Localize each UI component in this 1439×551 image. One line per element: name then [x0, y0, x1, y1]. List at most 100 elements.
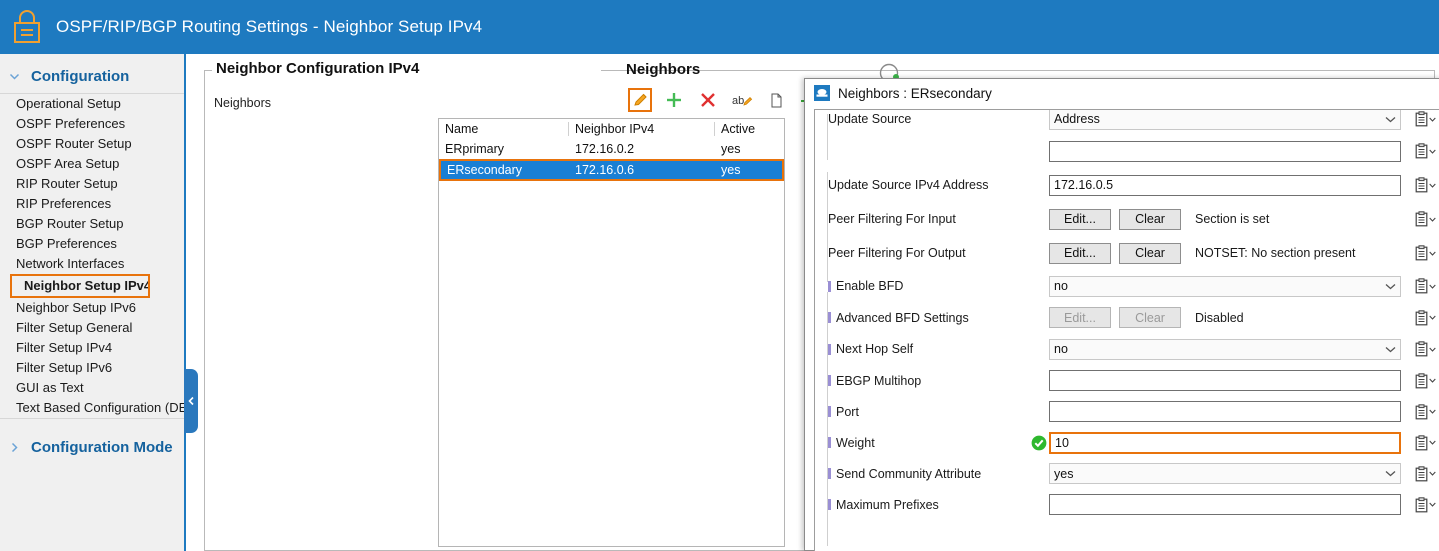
field-clipboard-menu[interactable]: [1415, 141, 1437, 161]
maximum-prefixes-input[interactable]: [1049, 494, 1401, 515]
sidebar-item-ospf-preferences[interactable]: OSPF Preferences: [0, 114, 184, 134]
sidebar-item-label: OSPF Preferences: [16, 116, 126, 131]
sidebar-item-filter-setup-ipv6[interactable]: Filter Setup IPv6: [0, 358, 184, 378]
sidebar-item-label: Filter Setup IPv6: [16, 360, 113, 375]
pencil-icon: [633, 93, 647, 106]
sidebar-item-ospf-area-setup[interactable]: OSPF Area Setup: [0, 154, 184, 174]
peer-filtering-input-clear-button[interactable]: Clear: [1119, 208, 1181, 230]
next-hop-self-select[interactable]: no: [1049, 338, 1401, 360]
enable-bfd-select[interactable]: no: [1049, 275, 1401, 297]
cross-icon: [701, 93, 715, 107]
sidebar-item-ospf-router-setup[interactable]: OSPF Router Setup: [0, 134, 184, 154]
field-label: Enable BFD: [828, 279, 1043, 293]
add-button[interactable]: [662, 88, 686, 112]
field-label: Port: [828, 405, 1043, 419]
sidebar-item-filter-setup-general[interactable]: Filter Setup General: [0, 318, 184, 338]
chevron-down-icon: [1429, 409, 1436, 414]
port-wrap: [1049, 401, 1401, 422]
field-clipboard-menu[interactable]: [1415, 495, 1437, 515]
sidebar-item-network-interfaces[interactable]: Network Interfaces: [0, 254, 184, 274]
chevron-down-icon: [1385, 283, 1396, 289]
table-row[interactable]: ERsecondary 172.16.0.6 yes: [439, 159, 784, 181]
field-clipboard-menu[interactable]: [1415, 276, 1437, 296]
sidebar-collapse-handle[interactable]: [184, 369, 198, 433]
chevron-down-icon: [1429, 347, 1436, 352]
weight-input[interactable]: [1049, 431, 1401, 454]
table-row[interactable]: ERprimary 172.16.0.2 yes: [439, 139, 784, 159]
field-clipboard-menu[interactable]: [1415, 339, 1437, 359]
field-clipboard-menu[interactable]: [1415, 175, 1437, 195]
dialog-title: Neighbors : ERsecondary: [838, 85, 992, 101]
advanced-bfd-edit-button[interactable]: Edit...: [1049, 307, 1111, 328]
sidebar-item-neighbor-setup-ipv4[interactable]: Neighbor Setup IPv4: [10, 274, 150, 298]
plus-icon: [667, 93, 681, 107]
maximum-prefixes-wrap: [1049, 494, 1401, 515]
weight-wrap: [1049, 431, 1401, 454]
edit-button[interactable]: [628, 88, 652, 112]
sidebar-item-filter-setup-ipv4[interactable]: Filter Setup IPv4: [0, 338, 184, 358]
update-source-extra-input[interactable]: [1049, 140, 1401, 162]
sidebar-item-rip-preferences[interactable]: RIP Preferences: [0, 194, 184, 214]
cell-name: ERsecondary: [447, 163, 523, 177]
window-icon: [814, 85, 830, 101]
delete-button[interactable]: [696, 88, 720, 112]
sidebar-item-label: Neighbor Setup IPv6: [16, 300, 136, 315]
sidebar-item-label: Filter Setup General: [16, 320, 133, 335]
field-clipboard-menu[interactable]: [1415, 371, 1437, 391]
sidebar-section-configuration[interactable]: Configuration: [0, 54, 184, 93]
neighbors-label: Neighbors: [214, 96, 271, 110]
ebgp-multihop-input[interactable]: [1049, 370, 1401, 391]
field-label-text: Enable BFD: [836, 279, 904, 293]
window-titlebar: OSPF/RIP/BGP Routing Settings - Neighbor…: [0, 0, 1439, 54]
ebgp-multihop-wrap: [1049, 370, 1401, 391]
green-check-icon: [1031, 435, 1047, 450]
chevron-down-icon: [1429, 502, 1436, 507]
clipboard-icon: [1415, 465, 1428, 481]
sidebar: Configuration Operational Setup OSPF Pre…: [0, 54, 186, 551]
sidebar-item-operational-setup[interactable]: Operational Setup: [0, 94, 184, 114]
chevron-down-icon: [1429, 440, 1436, 445]
field-clipboard-menu[interactable]: [1415, 308, 1437, 328]
update-source-ipv4-wrap: [1049, 174, 1401, 196]
update-source-extra-input-wrap: [1049, 140, 1401, 162]
sidebar-item-label: RIP Preferences: [16, 196, 112, 211]
field-clipboard-menu[interactable]: [1415, 110, 1437, 129]
send-community-attribute-select[interactable]: yes: [1049, 463, 1401, 484]
update-source-ipv4-input[interactable]: [1049, 174, 1401, 196]
field-label-text: Next Hop Self: [836, 342, 914, 356]
clipboard-icon: [1415, 278, 1428, 294]
sidebar-item-bgp-router-setup[interactable]: BGP Router Setup: [0, 214, 184, 234]
field-clipboard-menu[interactable]: [1415, 464, 1437, 484]
field-row-port: Port: [815, 396, 1439, 427]
fieldset-border-left: [204, 70, 212, 71]
field-marker-icon: [828, 406, 831, 417]
table-header-row: Name Neighbor IPv4 Active: [439, 119, 784, 139]
field-marker-icon: [828, 468, 831, 479]
sidebar-item-neighbor-setup-ipv6[interactable]: Neighbor Setup IPv6: [0, 298, 184, 318]
advanced-bfd-controls: Edit... Clear Disabled: [1049, 307, 1244, 328]
sidebar-item-text-based-configuration[interactable]: Text Based Configuration (DEP: [0, 398, 184, 418]
clipboard-icon: [1415, 143, 1428, 159]
copy-button[interactable]: [764, 88, 788, 112]
field-marker-icon: [828, 280, 831, 292]
field-clipboard-menu[interactable]: [1415, 243, 1437, 263]
peer-filtering-output-edit-button[interactable]: Edit...: [1049, 242, 1111, 264]
rename-button[interactable]: ab: [730, 88, 754, 112]
field-row-update-source: Update Source Address: [815, 110, 1439, 134]
field-label: Maximum Prefixes: [828, 498, 1043, 512]
update-source-select[interactable]: Address: [1049, 110, 1401, 130]
peer-filtering-output-clear-button[interactable]: Clear: [1119, 242, 1181, 264]
neighbors-table[interactable]: Name Neighbor IPv4 Active ERprimary 172.…: [438, 118, 785, 547]
peer-filtering-input-edit-button[interactable]: Edit...: [1049, 208, 1111, 230]
field-clipboard-menu[interactable]: [1415, 402, 1437, 422]
clipboard-icon: [1415, 434, 1428, 450]
sidebar-item-bgp-preferences[interactable]: BGP Preferences: [0, 234, 184, 254]
advanced-bfd-clear-button[interactable]: Clear: [1119, 307, 1181, 328]
clipboard-icon: [1415, 372, 1428, 388]
field-clipboard-menu[interactable]: [1415, 209, 1437, 229]
port-input[interactable]: [1049, 401, 1401, 422]
sidebar-item-rip-router-setup[interactable]: RIP Router Setup: [0, 174, 184, 194]
sidebar-item-gui-as-text[interactable]: GUI as Text: [0, 378, 184, 398]
sidebar-section-configuration-mode[interactable]: Configuration Mode: [0, 419, 184, 464]
field-clipboard-menu[interactable]: [1415, 433, 1437, 453]
